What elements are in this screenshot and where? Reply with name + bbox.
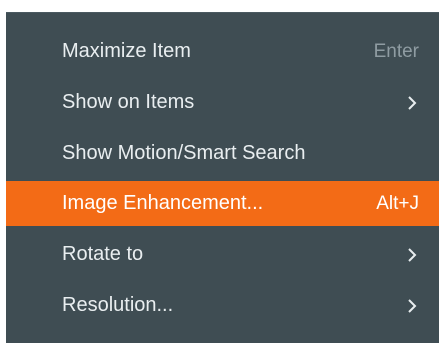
- chevron-right-icon: [407, 95, 417, 111]
- menu-item-label: Resolution...: [62, 294, 174, 316]
- menu-item-label: Show Motion/Smart Search: [62, 142, 306, 164]
- menu-item-image-enhancement[interactable]: Image Enhancement... Alt+J: [6, 181, 439, 226]
- menu-item-shortcut: Alt+J: [376, 192, 419, 214]
- menu-item-rotate-to[interactable]: Rotate to: [6, 232, 439, 277]
- page: Maximize Item Enter Show on Items Show M…: [0, 0, 439, 345]
- chevron-right-icon: [407, 298, 417, 314]
- menu-item-maximize-item[interactable]: Maximize Item Enter: [6, 29, 439, 74]
- menu-item-label: Rotate to: [62, 243, 144, 265]
- menu-item-resolution[interactable]: Resolution...: [6, 283, 439, 328]
- menu-item-label: Maximize Item: [62, 40, 191, 62]
- menu-item-shortcut: Enter: [373, 40, 419, 62]
- menu-item-label: Image Enhancement...: [62, 192, 264, 214]
- chevron-right-icon: [407, 247, 417, 263]
- menu-item-label: Show on Items: [62, 91, 195, 113]
- context-menu: Maximize Item Enter Show on Items Show M…: [6, 12, 439, 343]
- menu-item-show-on-items[interactable]: Show on Items: [6, 80, 439, 125]
- menu-item-show-motion-smart-search[interactable]: Show Motion/Smart Search: [6, 131, 439, 176]
